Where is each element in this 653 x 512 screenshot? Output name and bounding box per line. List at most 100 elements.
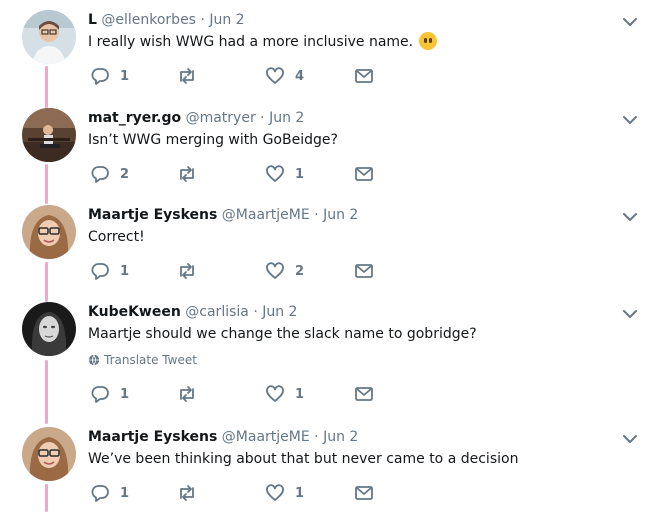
reply-button[interactable]: 2: [90, 164, 129, 184]
display-name[interactable]: mat_ryer.go: [88, 110, 181, 126]
tweet-actions: 1 4: [88, 66, 388, 86]
envelope-icon: [355, 264, 373, 278]
retweet-button[interactable]: [176, 483, 208, 503]
tweet-date[interactable]: Jun 2: [323, 429, 358, 445]
tweet-text: Maartje should we change the slack name …: [88, 324, 477, 344]
display-name[interactable]: L: [88, 12, 97, 28]
thread-line: [45, 484, 48, 512]
tweet-date[interactable]: Jun 2: [262, 304, 297, 320]
like-count: 1: [295, 485, 305, 501]
like-count: 1: [295, 166, 305, 182]
reply-count: 2: [120, 166, 130, 182]
chevron-down-icon[interactable]: [619, 112, 641, 128]
tweet-text: Correct!: [88, 227, 145, 247]
like-button[interactable]: 1: [265, 164, 304, 184]
avatar[interactable]: [22, 10, 76, 64]
tweet-text: I really wish WWG had a more inclusive n…: [88, 32, 438, 52]
separator: ·: [314, 207, 319, 223]
avatar[interactable]: [22, 427, 76, 481]
tweet-body: Maartje should we change the slack name …: [88, 326, 477, 342]
tweet-thread: L @ellenkorbes · Jun 2 I really wish WWG…: [0, 0, 653, 512]
user-handle[interactable]: @MaartjeME: [222, 429, 310, 445]
heart-icon: [266, 385, 284, 402]
tweet-date[interactable]: Jun 2: [323, 207, 358, 223]
like-button[interactable]: 2: [265, 261, 304, 281]
tweet-date[interactable]: Jun 2: [209, 12, 244, 28]
tweet-header: L @ellenkorbes · Jun 2: [88, 10, 245, 30]
reply-button[interactable]: 1: [90, 384, 129, 404]
retweet-button[interactable]: [176, 66, 208, 86]
tweet-body: Correct!: [88, 229, 145, 245]
retweet-icon: [180, 386, 194, 402]
reply-count: 1: [120, 263, 130, 279]
like-count: 4: [295, 68, 305, 84]
retweet-icon: [180, 68, 194, 84]
reply-icon: [91, 166, 109, 183]
tweet-header: Maartje Eyskens @MaartjeME · Jun 2: [88, 427, 358, 447]
like-button[interactable]: 1: [265, 384, 304, 404]
retweet-icon: [180, 166, 194, 182]
thread-line: [45, 66, 48, 108]
chevron-down-icon[interactable]: [619, 14, 641, 30]
separator: ·: [314, 429, 319, 445]
display-name[interactable]: Maartje Eyskens: [88, 429, 217, 445]
thread-line: [45, 262, 48, 302]
tweet-actions: 2 1: [88, 164, 388, 184]
tweet-actions: 1 1: [88, 483, 388, 503]
like-count: 1: [295, 386, 305, 402]
separator: ·: [253, 304, 258, 320]
avatar[interactable]: [22, 205, 76, 259]
reply-button[interactable]: 1: [90, 261, 129, 281]
display-name[interactable]: KubeKween: [88, 304, 181, 320]
tweet-body: Isn’t WWG merging with GoBeidge?: [88, 132, 338, 148]
retweet-icon: [180, 263, 194, 279]
reply-count: 1: [120, 485, 130, 501]
reply-button[interactable]: 1: [90, 483, 129, 503]
tweet-text: We’ve been thinking about that but never…: [88, 449, 518, 469]
heart-icon: [266, 165, 284, 182]
tweet-date[interactable]: Jun 2: [269, 110, 304, 126]
reply-icon: [91, 386, 109, 403]
tweet-header: Maartje Eyskens @MaartjeME · Jun 2: [88, 205, 358, 225]
retweet-button[interactable]: [176, 384, 208, 404]
envelope-icon: [355, 167, 373, 181]
tweet-body: We’ve been thinking about that but never…: [88, 451, 519, 467]
thread-line: [45, 164, 48, 204]
thread-line: [45, 360, 48, 424]
tweet-text: Isn’t WWG merging with GoBeidge?: [88, 130, 338, 150]
display-name[interactable]: Maartje Eyskens: [88, 207, 217, 223]
reply-icon: [91, 263, 109, 280]
reply-count: 1: [120, 68, 130, 84]
translate-tweet-link[interactable]: Translate Tweet: [88, 352, 197, 368]
direct-message-button[interactable]: [354, 66, 374, 86]
tweet-header: KubeKween @carlisia · Jun 2: [88, 302, 297, 322]
separator: ·: [200, 12, 205, 28]
heart-icon: [266, 484, 284, 501]
user-handle[interactable]: @matryer: [186, 110, 256, 126]
no-mouth-face-icon: [419, 32, 438, 50]
like-button[interactable]: 4: [265, 66, 304, 86]
direct-message-button[interactable]: [354, 483, 374, 503]
retweet-icon: [180, 485, 194, 501]
chevron-down-icon[interactable]: [619, 209, 641, 225]
reply-icon: [91, 68, 109, 85]
retweet-button[interactable]: [176, 261, 208, 281]
retweet-button[interactable]: [176, 164, 208, 184]
reply-icon: [91, 485, 109, 502]
tweet-header: mat_ryer.go @matryer · Jun 2: [88, 108, 304, 128]
direct-message-button[interactable]: [354, 261, 374, 281]
direct-message-button[interactable]: [354, 164, 374, 184]
chevron-down-icon[interactable]: [619, 306, 641, 322]
translate-label: Translate Tweet: [104, 353, 197, 367]
like-button[interactable]: 1: [265, 483, 304, 503]
tweet-actions: 1 2: [88, 261, 388, 281]
user-handle[interactable]: @ellenkorbes: [101, 12, 196, 28]
avatar[interactable]: [22, 302, 76, 356]
reply-button[interactable]: 1: [90, 66, 129, 86]
user-handle[interactable]: @MaartjeME: [222, 207, 310, 223]
user-handle[interactable]: @carlisia: [185, 304, 249, 320]
heart-icon: [266, 262, 284, 279]
chevron-down-icon[interactable]: [619, 431, 641, 447]
avatar[interactable]: [22, 108, 76, 162]
direct-message-button[interactable]: [354, 384, 374, 404]
